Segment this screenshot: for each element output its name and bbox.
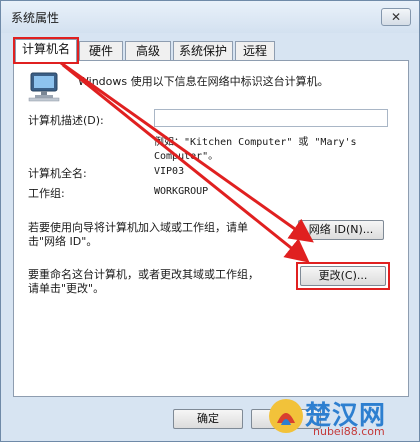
workgroup-label: 工作组: xyxy=(28,187,65,200)
tab-strip: 计算机名 硬件 高级 系统保护 远程 xyxy=(13,37,409,64)
tab-computer-name[interactable]: 计算机名 xyxy=(13,37,79,64)
tab-hardware[interactable]: 硬件 xyxy=(79,41,123,61)
close-button[interactable]: ✕ xyxy=(381,8,411,26)
window-title: 系统属性 xyxy=(11,11,60,25)
full-name-label: 计算机全名: xyxy=(28,167,87,180)
example-text-line2: Computer"。 xyxy=(154,151,219,162)
watermark-url: nubei88.com xyxy=(313,425,385,438)
example-text-line1: 例如："Kitchen Computer" 或 "Mary's xyxy=(154,137,357,148)
change-button[interactable]: 更改(C)... xyxy=(300,266,386,286)
workgroup-value: WORKGROUP xyxy=(154,186,209,197)
tab-system-protection[interactable]: 系统保护 xyxy=(173,41,233,61)
title-bar[interactable]: 系统属性 ✕ xyxy=(1,1,419,33)
computer-description-input[interactable] xyxy=(154,109,388,127)
full-name-value: VIP03 xyxy=(154,166,185,177)
tab-remote[interactable]: 远程 xyxy=(235,41,275,61)
computer-icon xyxy=(28,72,60,102)
change-help-line2: 请单击"更改"。 xyxy=(28,282,105,295)
close-icon: ✕ xyxy=(390,10,402,24)
computer-name-panel: Windows 使用以下信息在网络中标识这台计算机。 计算机描述(D): 例如：… xyxy=(13,60,409,397)
description-label: 计算机描述(D): xyxy=(28,114,104,127)
tab-advanced[interactable]: 高级 xyxy=(125,41,171,61)
system-properties-window: 系统属性 ✕ 计算机名 硬件 高级 系统保护 远程 Windows 使用以下信息… xyxy=(0,0,420,442)
network-id-button[interactable]: 网络 ID(N)... xyxy=(298,220,384,240)
network-id-help-line2: 击"网络 ID"。 xyxy=(28,235,98,248)
ok-button[interactable]: 确定 xyxy=(173,409,243,429)
intro-text: Windows 使用以下信息在网络中标识这台计算机。 xyxy=(78,75,329,88)
watermark-logo-icon xyxy=(269,399,303,433)
